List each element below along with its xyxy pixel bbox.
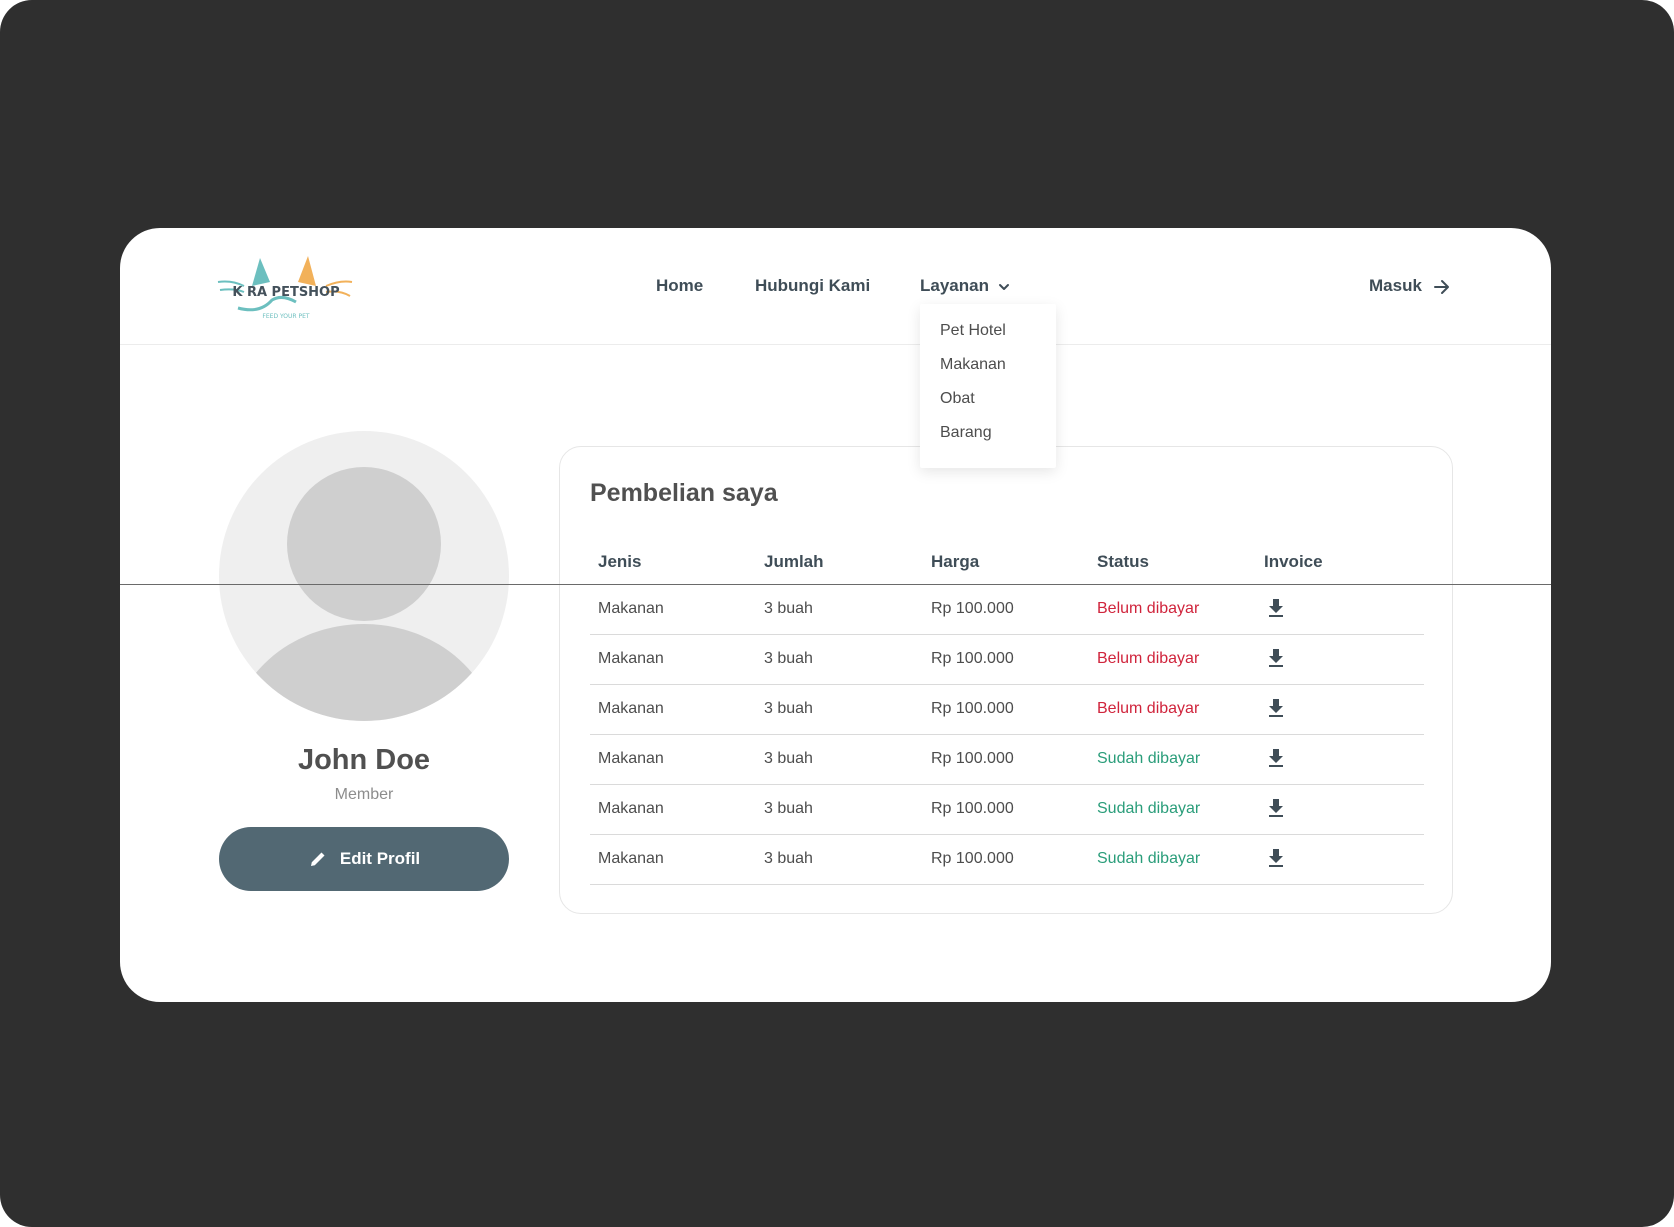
cell-jenis: Makanan [598,800,664,817]
cell-harga: Rp 100.000 [931,700,1014,717]
app-frame: K RA PETSHOP FEED YOUR PET Home Hubungi … [0,0,1674,1227]
table-header: Jenis Jumlah Harga Status Invoice [590,552,1424,578]
login-label: Masuk [1369,276,1422,295]
services-dropdown: Pet Hotel Makanan Obat Barang [920,304,1056,468]
status-badge: Belum dibayar [1097,650,1200,667]
overlay-guide-line [120,584,1551,585]
download-icon[interactable] [1268,748,1284,773]
cell-jenis: Makanan [598,600,664,617]
main-nav: Home Hubungi Kami Layanan Masuk [120,276,1551,306]
table-row: Makanan 3 buah Rp 100.000 Belum dibayar [590,635,1424,685]
page-card: K RA PETSHOP FEED YOUR PET Home Hubungi … [120,228,1551,1002]
download-icon[interactable] [1268,648,1284,673]
dropdown-item-makanan[interactable]: Makanan [940,356,1006,374]
avatar [219,431,509,721]
download-icon[interactable] [1268,798,1284,823]
table-body: Makanan 3 buah Rp 100.000 Belum dibayar … [590,585,1424,885]
cell-jenis: Makanan [598,650,664,667]
cell-harga: Rp 100.000 [931,850,1014,867]
cell-jenis: Makanan [598,750,664,767]
table-row: Makanan 3 buah Rp 100.000 Belum dibayar [590,685,1424,735]
login-link[interactable]: Masuk [1369,276,1451,296]
nav-layanan[interactable]: Layanan [920,276,1010,296]
status-badge: Sudah dibayar [1097,750,1201,767]
cell-jumlah: 3 buah [764,600,813,617]
profile-role: Member [334,786,394,803]
column-header-status: Status [1097,552,1149,571]
column-header-harga: Harga [931,552,980,571]
nav-contact[interactable]: Hubungi Kami [755,276,870,296]
column-header-jenis: Jenis [598,552,642,571]
cell-harga: Rp 100.000 [931,750,1014,767]
download-icon[interactable] [1268,848,1284,873]
pencil-icon [310,852,325,866]
column-header-invoice: Invoice [1264,552,1323,571]
status-badge: Sudah dibayar [1097,850,1201,867]
download-icon[interactable] [1268,598,1284,623]
dropdown-item-pet-hotel[interactable]: Pet Hotel [940,322,1006,340]
edit-profile-label: Edit Profil [339,849,421,868]
status-badge: Belum dibayar [1097,700,1200,717]
dropdown-item-barang[interactable]: Barang [940,424,992,442]
cell-harga: Rp 100.000 [931,800,1014,817]
table-row: Makanan 3 buah Rp 100.000 Sudah dibayar [590,785,1424,835]
table-row: Makanan 3 buah Rp 100.000 Sudah dibayar [590,835,1424,885]
dropdown-item-obat[interactable]: Obat [940,390,975,408]
column-header-jumlah: Jumlah [764,552,824,571]
purchases-panel: Pembelian saya Jenis Jumlah Harga Status… [559,446,1453,914]
header: K RA PETSHOP FEED YOUR PET Home Hubungi … [120,228,1551,468]
status-badge: Belum dibayar [1097,600,1200,617]
edit-profile-button[interactable]: Edit Profil [219,827,509,891]
cell-jumlah: 3 buah [764,850,813,867]
cell-jumlah: 3 buah [764,800,813,817]
arrow-right-icon [1433,279,1449,294]
cell-jumlah: 3 buah [764,650,813,667]
logo-tagline: FEED YOUR PET [262,313,309,320]
chevron-down-icon [998,283,1009,290]
table-row: Makanan 3 buah Rp 100.000 Sudah dibayar [590,735,1424,785]
cell-harga: Rp 100.000 [931,650,1014,667]
purchases-title: Pembelian saya [590,479,778,507]
cell-jumlah: 3 buah [764,700,813,717]
cell-jenis: Makanan [598,850,664,867]
profile-name: John Doe [297,744,431,776]
nav-layanan-label: Layanan [920,276,989,295]
table-row: Makanan 3 buah Rp 100.000 Belum dibayar [590,585,1424,635]
nav-home[interactable]: Home [656,276,703,296]
cell-jumlah: 3 buah [764,750,813,767]
download-icon[interactable] [1268,698,1284,723]
cell-jenis: Makanan [598,700,664,717]
cell-harga: Rp 100.000 [931,600,1014,617]
status-badge: Sudah dibayar [1097,800,1201,817]
